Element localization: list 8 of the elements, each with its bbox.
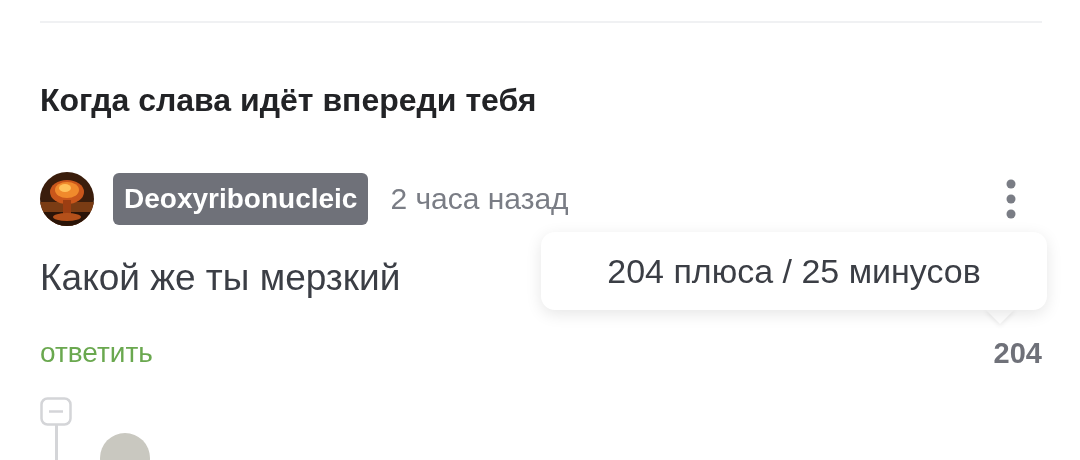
reply-link[interactable]: ответить	[40, 335, 153, 371]
tooltip-text: 204 плюса / 25 минусов	[607, 251, 981, 291]
rating-count[interactable]: 204	[993, 335, 1042, 371]
more-icon[interactable]	[1006, 179, 1016, 219]
post-title: Когда слава идёт впереди тебя	[40, 81, 538, 120]
comment-time: 2 часа назад	[390, 182, 569, 216]
comment-text: Какой же ты мерзкий	[40, 256, 401, 300]
author-name[interactable]: Deoxyribonucleic	[113, 173, 369, 225]
